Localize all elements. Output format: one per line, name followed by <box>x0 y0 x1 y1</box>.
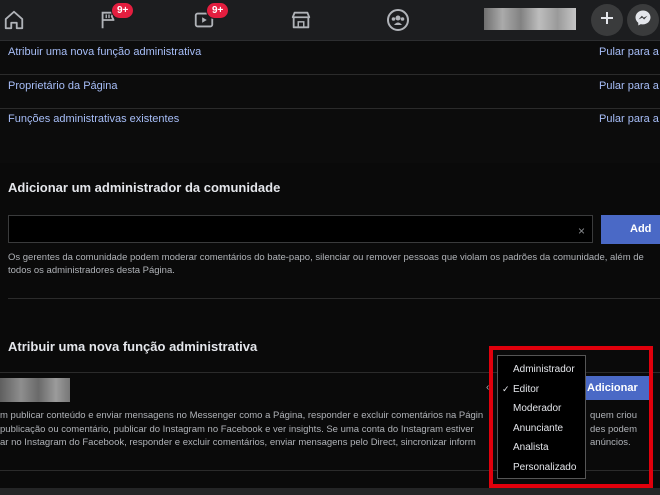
groups-icon[interactable] <box>384 6 412 34</box>
top-navigation-bar: 9+ 9+ <box>0 0 660 41</box>
divider <box>8 298 660 299</box>
role-option-label: Analista <box>513 442 549 453</box>
role-option-moderador[interactable]: Moderador <box>498 399 585 418</box>
community-admin-title: Adicionar um administrador da comunidade <box>8 180 281 195</box>
role-option-label: Personalizado <box>513 461 577 473</box>
admin-link-row: Proprietário da Página Pular para a s <box>0 75 660 109</box>
role-option-label: Editor <box>513 383 540 395</box>
clear-icon[interactable]: × <box>578 224 585 238</box>
role-option-label: Moderador <box>513 403 562 414</box>
description-line: anúncios. <box>590 437 631 448</box>
skip-link[interactable]: Pular para a s <box>599 108 660 130</box>
admin-link-row: Funções administrativas existentes Pular… <box>0 108 660 141</box>
page-owner-link[interactable]: Proprietário da Página <box>8 75 117 97</box>
help-line: Os gerentes da comunidade podem moderar … <box>8 252 644 263</box>
add-role-button[interactable]: Adicionar <box>575 376 650 400</box>
create-button[interactable] <box>591 4 623 36</box>
community-admin-input[interactable] <box>8 215 593 243</box>
community-admin-help-text: Os gerentes da comunidade podem moderar … <box>8 251 660 277</box>
role-option-analista[interactable]: Analista <box>498 438 585 457</box>
role-option-label: Anunciante <box>513 422 564 434</box>
role-option-administrador[interactable]: Administrador <box>498 360 585 379</box>
assign-role-title: Atribuir uma nova função administrativa <box>8 339 258 354</box>
admin-link-row: Atribuir uma nova função administrativa … <box>0 41 660 75</box>
assign-role-link[interactable]: Atribuir uma nova função administrativa <box>8 41 201 63</box>
role-option-personalizado[interactable]: Personalizado <box>498 458 585 477</box>
admin-roles-links: Atribuir uma nova função administrativa … <box>0 41 660 163</box>
existing-roles-link[interactable]: Funções administrativas existentes <box>8 108 179 130</box>
marketplace-icon[interactable] <box>287 6 315 34</box>
description-line: des podem <box>590 423 638 435</box>
messenger-button[interactable] <box>627 4 659 36</box>
add-community-admin-button[interactable]: Add <box>601 215 660 244</box>
watch-notification-badge: 9+ <box>206 2 230 19</box>
selected-user-redacted <box>0 378 70 402</box>
chevron-left-icon: ‹ <box>486 382 490 393</box>
video-icon[interactable]: 9+ <box>190 2 230 34</box>
bottom-strip <box>0 488 660 495</box>
description-right-text: quem criou des podem anúncios. <box>590 409 637 450</box>
role-dropdown-menu[interactable]: Administrador ✓ Editor Moderador Anuncia… <box>497 355 586 479</box>
plus-icon <box>599 10 615 31</box>
pages-notification-badge: 9+ <box>111 2 135 19</box>
role-option-anunciante[interactable]: Anunciante <box>498 419 585 438</box>
description-line: quem criou <box>590 410 637 421</box>
help-line: todos os administradores desta Página. <box>8 265 175 276</box>
role-option-label: Administrador <box>513 364 575 375</box>
role-option-editor[interactable]: ✓ Editor <box>498 380 585 399</box>
flag-icon[interactable]: 9+ <box>95 2 135 34</box>
messenger-icon <box>634 9 652 32</box>
skip-link[interactable]: Pular para a s <box>599 41 660 63</box>
checkmark-icon: ✓ <box>502 383 510 394</box>
home-icon[interactable] <box>0 6 28 34</box>
skip-link[interactable]: Pular para a s <box>599 75 660 97</box>
profile-name-redacted[interactable] <box>484 8 576 30</box>
